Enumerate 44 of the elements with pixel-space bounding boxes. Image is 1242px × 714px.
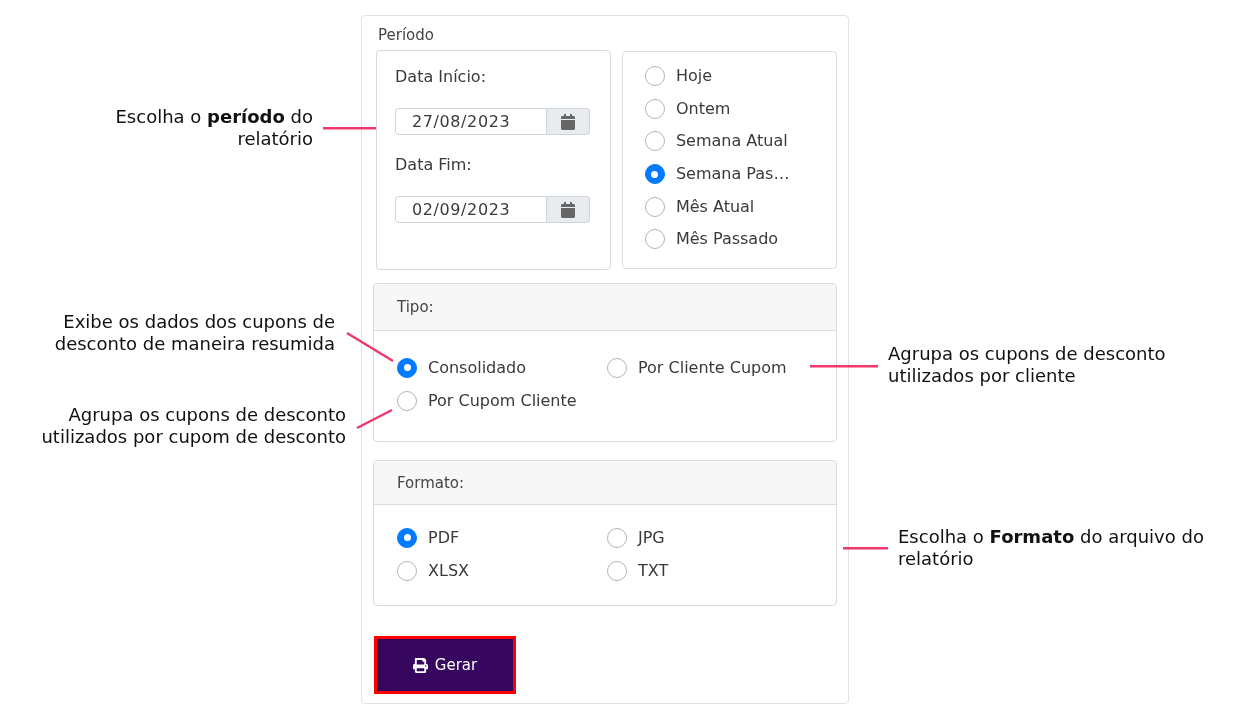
card-title: Formato: xyxy=(397,472,465,493)
radio-label: Semana Atual xyxy=(675,131,788,152)
radio-button[interactable] xyxy=(397,357,417,378)
radio-button[interactable] xyxy=(607,527,627,548)
generate-button[interactable]: Gerar xyxy=(374,636,516,694)
radio-button[interactable] xyxy=(644,229,665,250)
radio-label: Consolidado xyxy=(428,357,527,378)
radio-button[interactable] xyxy=(644,164,665,185)
radio-label: Por Cupom Cliente xyxy=(428,390,577,411)
radio-button[interactable] xyxy=(644,66,665,87)
radio-button[interactable] xyxy=(607,357,627,378)
radio-button[interactable] xyxy=(607,560,627,581)
field-label: Data Início: xyxy=(395,67,487,87)
radio-label: Mês Atual xyxy=(675,196,755,217)
section-title: Período xyxy=(378,25,435,45)
date-field[interactable]: 02/09/2023 xyxy=(395,196,547,223)
radio-button[interactable] xyxy=(644,98,665,119)
radio-button[interactable] xyxy=(644,196,665,217)
radio-button[interactable] xyxy=(397,390,417,411)
annotation-text: Escolha o período do relatório xyxy=(115,106,313,150)
date-field[interactable]: 27/08/2023 xyxy=(395,108,547,135)
radio-button[interactable] xyxy=(397,527,417,548)
radio-label: TXT xyxy=(638,560,669,581)
radio-button[interactable] xyxy=(644,131,665,152)
radio-label: Mês Passado xyxy=(675,229,779,250)
annotation-text: Agrupa os cupons de desconto utilizados por cliente xyxy=(888,343,1166,387)
radio-button[interactable] xyxy=(397,560,417,581)
radio-label: Por Cliente Cupom xyxy=(638,357,787,378)
annotation-text: Exibe os dados dos cupons de desconto de maneira resumida xyxy=(54,311,335,355)
radio-label: Ontem xyxy=(675,98,731,119)
annotation-text: Agrupa os cupons de desconto utilizados por cupom de desconto xyxy=(41,404,346,448)
annotation-text: Escolha o Formato do arquivo do relatório xyxy=(898,526,1204,570)
field-label: Data Fim: xyxy=(395,155,473,175)
calendar-icon xyxy=(560,113,576,130)
printer-icon xyxy=(412,657,428,673)
card-title: Tipo: xyxy=(397,297,434,317)
radio-label: PDF xyxy=(428,527,460,548)
calendar-button[interactable] xyxy=(547,196,590,223)
radio-label: Semana Pas… xyxy=(675,164,790,185)
calendar-icon xyxy=(560,201,576,218)
radio-label: JPG xyxy=(638,527,665,548)
radio-label: Hoje xyxy=(675,66,712,87)
calendar-button[interactable] xyxy=(547,108,590,135)
radio-label: XLSX xyxy=(428,560,469,581)
